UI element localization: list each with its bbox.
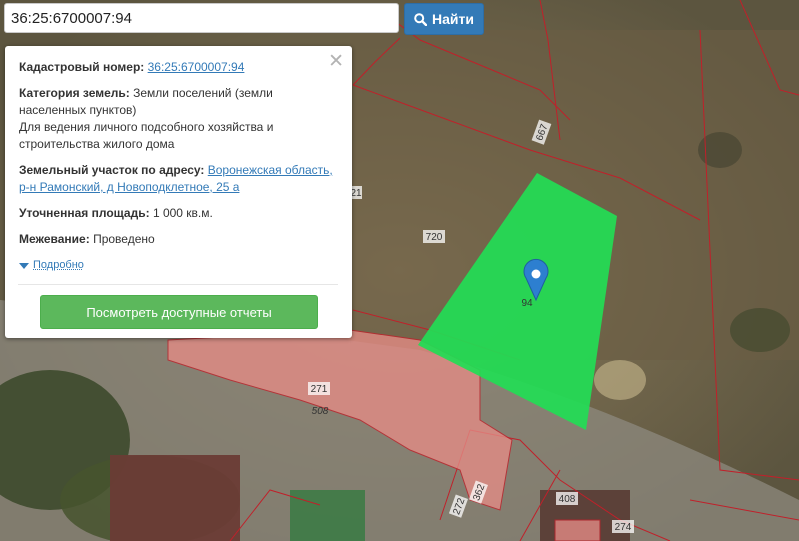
close-icon[interactable]: ✕ <box>328 52 344 71</box>
parcel-info-panel: ✕ Кадастровый номер: 36:25:6700007:94 Ка… <box>5 46 352 338</box>
parcel-label: 271 <box>308 382 330 395</box>
survey-row: Межевание: Проведено <box>19 231 338 248</box>
residential-parcel-pink <box>554 519 601 541</box>
cadastral-number-link[interactable]: 36:25:6700007:94 <box>148 60 245 74</box>
survey-value: Проведено <box>93 232 155 246</box>
parcel-label: 408 <box>556 492 578 505</box>
land-purpose: Для ведения личного подсобного хозяйства… <box>19 120 274 151</box>
parcel-label: 508 <box>312 406 329 417</box>
search-icon <box>414 12 428 26</box>
selected-parcel-label: 94 <box>521 298 533 309</box>
divider <box>18 284 338 285</box>
cadastral-number-row: Кадастровый номер: 36:25:6700007:94 <box>19 59 338 76</box>
search-input[interactable] <box>4 3 399 33</box>
satellite-roof <box>110 455 240 541</box>
svg-text:508: 508 <box>312 406 329 417</box>
satellite-trees <box>730 308 790 352</box>
search-button[interactable]: Найти <box>404 3 484 35</box>
cadastral-number-label: Кадастровый номер: <box>19 60 145 74</box>
view-reports-button[interactable]: Посмотреть доступные отчеты <box>40 295 318 329</box>
address-label: Земельный участок по адресу: <box>19 163 205 177</box>
svg-text:21: 21 <box>350 188 362 199</box>
parcel-label: 274 <box>612 520 634 533</box>
details-toggle[interactable]: Подробно <box>19 257 338 274</box>
details-label: Подробно <box>33 259 84 271</box>
area-row: Уточненная площадь: 1 000 кв.м. <box>19 205 338 222</box>
satellite-bright-patch <box>594 360 646 400</box>
search-button-label: Найти <box>432 11 474 27</box>
parcel-label: 720 <box>423 230 445 243</box>
land-category-row: Категория земель: Земли поселений (земли… <box>19 85 338 153</box>
area-label: Уточненная площадь: <box>19 206 150 220</box>
svg-text:274: 274 <box>615 522 632 533</box>
svg-text:720: 720 <box>426 232 443 243</box>
satellite-court <box>290 490 365 541</box>
survey-label: Межевание: <box>19 232 90 246</box>
address-row: Земельный участок по адресу: Воронежская… <box>19 162 338 196</box>
triangle-down-icon <box>19 262 29 269</box>
area-value: 1 000 кв.м. <box>152 206 213 220</box>
svg-text:271: 271 <box>311 384 328 395</box>
svg-text:408: 408 <box>559 494 576 505</box>
land-category-label: Категория земель: <box>19 86 130 100</box>
